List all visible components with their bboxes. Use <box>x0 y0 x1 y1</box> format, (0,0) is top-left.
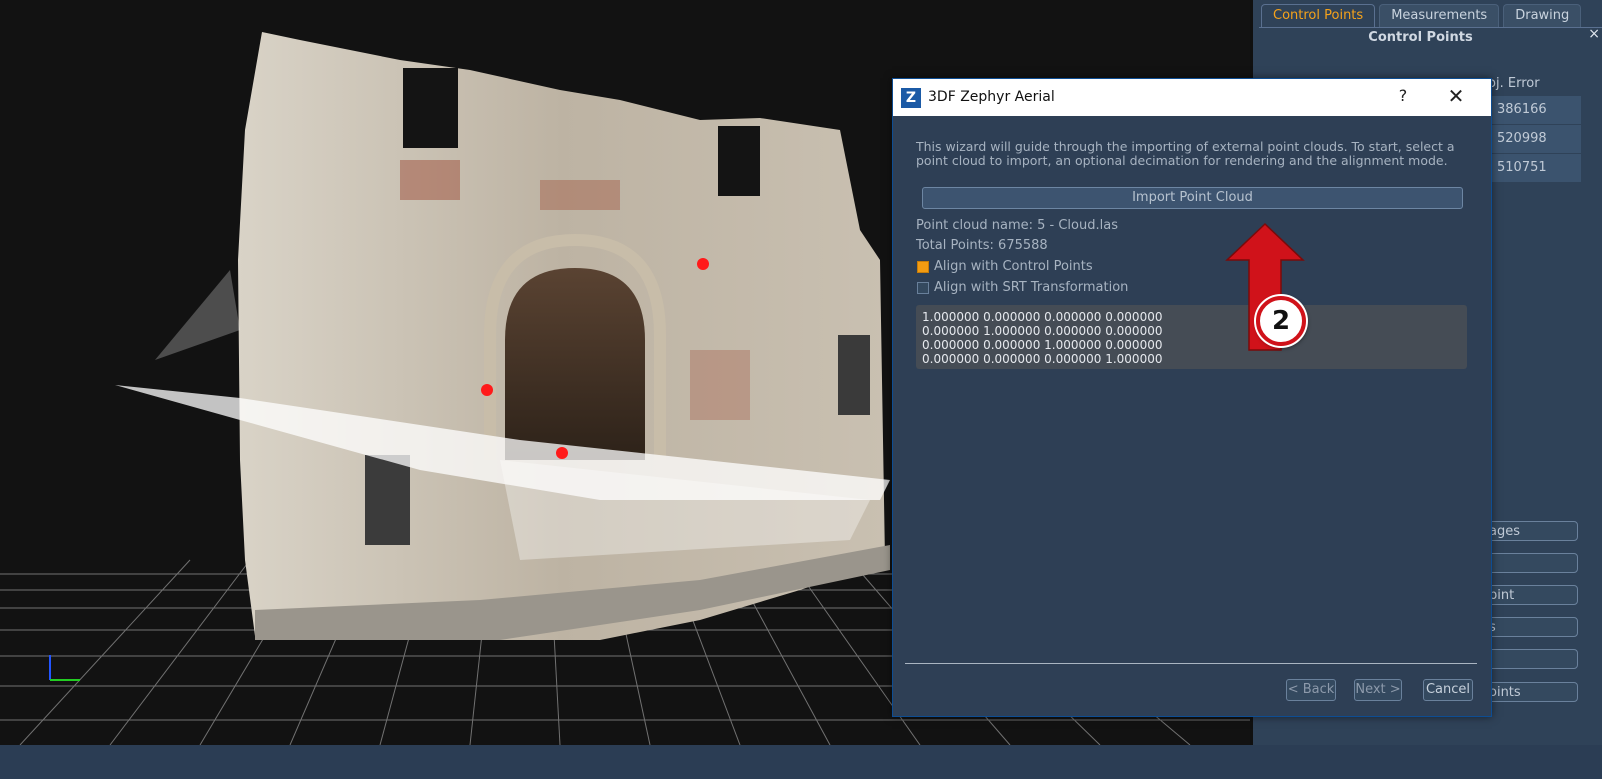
import-point-cloud-button[interactable]: Import Point Cloud <box>922 187 1463 209</box>
checkbox[interactable] <box>917 261 929 273</box>
matrix-row: 0.000000 0.000000 1.000000 0.000000 <box>922 338 1163 352</box>
matrix-row: 1.000000 0.000000 0.000000 0.000000 <box>922 310 1163 324</box>
panel-title: Control Points <box>1368 30 1473 45</box>
matrix-row: 0.000000 0.000000 0.000000 1.000000 <box>922 352 1163 366</box>
tab-measurements[interactable]: Measurements <box>1379 4 1500 27</box>
control-point-marker <box>481 384 493 396</box>
total-points: Total Points: 675588 <box>916 238 1048 253</box>
back-button[interactable]: < Back <box>1286 679 1336 701</box>
tab-drawing[interactable]: Drawing <box>1503 4 1582 27</box>
next-button[interactable]: Next > <box>1354 679 1402 701</box>
help-icon[interactable]: ? <box>1393 86 1413 108</box>
point-cloud-name: Point cloud name: 5 - Cloud.las <box>916 218 1118 233</box>
checkbox-label: Align with Control Points <box>934 259 1093 274</box>
dialog-title: 3DF Zephyr Aerial <box>928 89 1055 105</box>
control-point-marker <box>697 258 709 270</box>
dialog-divider <box>905 663 1477 664</box>
wizard-intro-text: This wizard will guide through the impor… <box>916 139 1455 168</box>
step-number-badge: 2 <box>1256 296 1306 346</box>
proj-error-value: 520998 <box>1497 131 1547 146</box>
matrix-row: 0.000000 1.000000 0.000000 0.000000 <box>922 324 1163 338</box>
checkbox-label: Align with SRT Transformation <box>934 280 1129 295</box>
close-icon[interactable]: × <box>1588 26 1600 42</box>
proj-error-value: 510751 <box>1497 160 1547 175</box>
app-logo-icon: Z <box>901 88 921 108</box>
control-point-marker <box>556 447 568 459</box>
status-bar <box>0 745 1602 779</box>
dialog-titlebar[interactable]: Z 3DF Zephyr Aerial ? ✕ <box>893 79 1491 116</box>
proj-error-value: 386166 <box>1497 102 1547 117</box>
panel-tabs: Control Points Measurements Drawing <box>1261 4 1582 28</box>
transformation-matrix-field[interactable]: 1.000000 0.000000 0.000000 0.000000 0.00… <box>916 305 1467 369</box>
cancel-button[interactable]: Cancel <box>1423 679 1473 701</box>
tab-control-points[interactable]: Control Points <box>1261 4 1376 27</box>
checkbox[interactable] <box>917 282 929 294</box>
import-point-cloud-dialog: Z 3DF Zephyr Aerial ? ✕ This wizard will… <box>892 78 1492 717</box>
close-icon[interactable]: ✕ <box>1441 84 1471 110</box>
